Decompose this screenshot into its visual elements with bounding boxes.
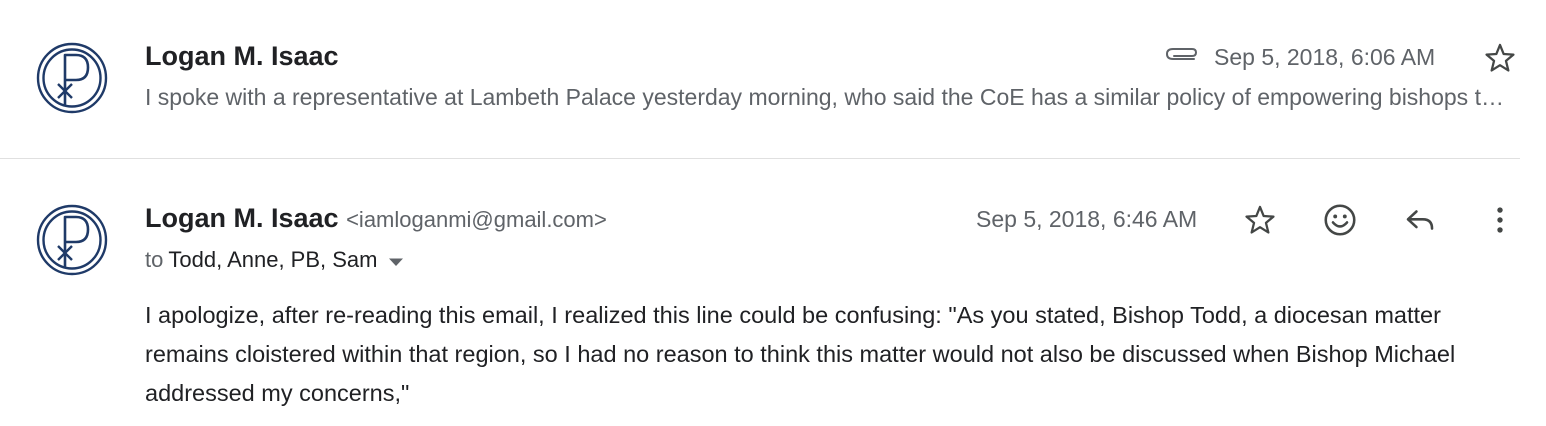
paperclip-icon (1163, 45, 1199, 67)
recipients-list: Todd, Anne, PB, Sam (168, 247, 378, 272)
recipients-line: to Todd, Anne, PB, Sam (145, 247, 404, 273)
message-date: Sep 5, 2018, 6:46 AM (976, 206, 1198, 232)
show-details-button[interactable] (388, 247, 404, 273)
sender-line: Logan M. Isaac <iamloganmi@gmail.com> (145, 203, 607, 234)
sender-name[interactable]: Logan M. Isaac (145, 203, 339, 233)
chi-rho-avatar-icon (36, 204, 108, 276)
to-label: to (145, 247, 164, 272)
avatar[interactable] (36, 42, 108, 114)
star-button[interactable] (1240, 200, 1280, 240)
message-date: Sep 5, 2018, 6:06 AM (1214, 44, 1436, 70)
sender-email: <iamloganmi@gmail.com> (346, 207, 607, 232)
expanded-message: Logan M. Isaac <iamloganmi@gmail.com> Se… (0, 160, 1546, 426)
star-icon (1485, 43, 1515, 72)
reply-button[interactable] (1400, 200, 1440, 240)
more-options-button[interactable] (1480, 200, 1520, 240)
chi-rho-avatar-icon (36, 42, 108, 114)
message-divider (0, 158, 1520, 159)
star-button[interactable] (1480, 38, 1520, 78)
collapsed-message[interactable]: Logan M. Isaac I spoke with a representa… (0, 0, 1546, 158)
reply-icon (1406, 210, 1434, 230)
more-vert-icon (1497, 207, 1503, 233)
add-reaction-button[interactable] (1320, 200, 1360, 240)
message-body: I apologize, after re-reading this email… (145, 302, 1456, 406)
sender-name: Logan M. Isaac (145, 41, 339, 71)
emoji-icon (1324, 204, 1356, 236)
message-snippet: I spoke with a representative at Lambeth… (145, 84, 1513, 110)
avatar[interactable] (36, 204, 108, 276)
caret-down-icon (388, 258, 403, 266)
star-icon (1245, 205, 1275, 234)
